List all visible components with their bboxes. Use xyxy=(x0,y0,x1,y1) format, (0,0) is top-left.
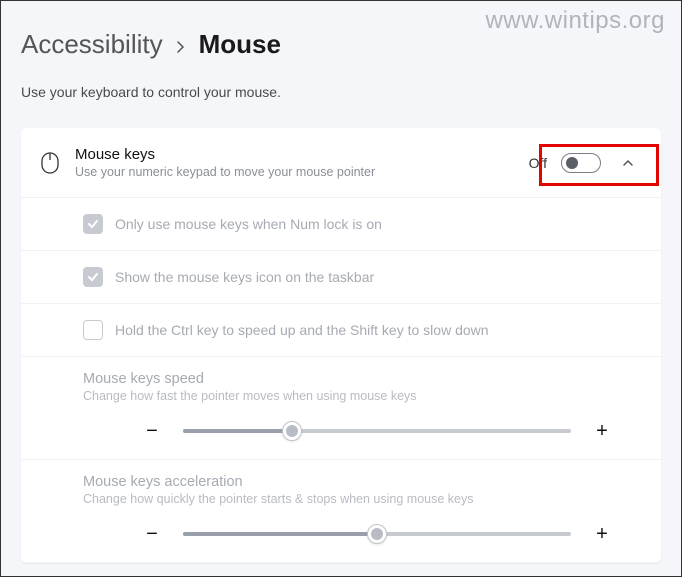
mouse-keys-text: Mouse keys Use your numeric keypad to mo… xyxy=(75,146,529,179)
accel-track-fill xyxy=(183,532,377,536)
speed-track-fill xyxy=(183,429,292,433)
speed-title: Mouse keys speed xyxy=(83,371,641,387)
option-numlock-row: Only use mouse keys when Num lock is on xyxy=(21,198,661,251)
speed-thumb[interactable] xyxy=(282,421,302,441)
accel-decrease-button[interactable]: − xyxy=(143,525,161,543)
option-taskbar-label: Show the mouse keys icon on the taskbar xyxy=(115,269,374,285)
page-description: Use your keyboard to control your mouse. xyxy=(21,84,661,100)
speed-increase-button[interactable]: + xyxy=(593,422,611,440)
mouse-keys-title: Mouse keys xyxy=(75,146,529,163)
accel-increase-button[interactable]: + xyxy=(593,525,611,543)
accel-row: Mouse keys acceleration Change how quick… xyxy=(21,460,661,563)
option-numlock-label: Only use mouse keys when Num lock is on xyxy=(115,216,382,232)
option-ctrlshift-label: Hold the Ctrl key to speed up and the Sh… xyxy=(115,322,489,338)
mouse-keys-header-row[interactable]: Mouse keys Use your numeric keypad to mo… xyxy=(21,128,661,198)
toggle-state-label: Off xyxy=(529,155,547,171)
breadcrumb-current: Mouse xyxy=(199,29,281,60)
checkbox-numlock[interactable] xyxy=(83,214,103,234)
chevron-right-icon xyxy=(175,29,187,60)
settings-card: Mouse keys Use your numeric keypad to mo… xyxy=(21,128,661,563)
breadcrumb: Accessibility Mouse xyxy=(21,29,661,60)
mouse-keys-subtitle: Use your numeric keypad to move your mou… xyxy=(75,165,529,179)
mouse-keys-toggle[interactable] xyxy=(561,153,601,173)
accel-title: Mouse keys acceleration xyxy=(83,474,641,490)
accel-slider[interactable] xyxy=(183,524,571,544)
accel-thumb[interactable] xyxy=(367,524,387,544)
toggle-knob xyxy=(566,157,578,169)
speed-slider[interactable] xyxy=(183,421,571,441)
chevron-up-icon[interactable] xyxy=(615,150,641,176)
checkbox-taskbar[interactable] xyxy=(83,267,103,287)
option-ctrlshift-row: Hold the Ctrl key to speed up and the Sh… xyxy=(21,304,661,357)
page-content: Accessibility Mouse Use your keyboard to… xyxy=(1,1,681,563)
speed-decrease-button[interactable]: − xyxy=(143,422,161,440)
mouse-keys-controls: Off xyxy=(529,150,641,176)
accel-subtitle: Change how quickly the pointer starts & … xyxy=(83,492,641,506)
mouse-icon xyxy=(41,152,75,174)
option-taskbar-row: Show the mouse keys icon on the taskbar xyxy=(21,251,661,304)
speed-row: Mouse keys speed Change how fast the poi… xyxy=(21,357,661,460)
speed-subtitle: Change how fast the pointer moves when u… xyxy=(83,389,641,403)
checkbox-ctrlshift[interactable] xyxy=(83,320,103,340)
breadcrumb-parent[interactable]: Accessibility xyxy=(21,29,163,60)
